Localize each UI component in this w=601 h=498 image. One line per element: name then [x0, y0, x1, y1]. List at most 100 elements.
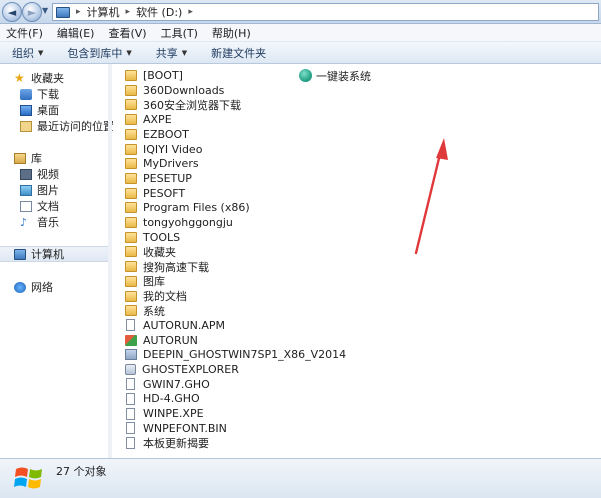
- menu-edit[interactable]: 编辑(E): [57, 25, 95, 41]
- file-item[interactable]: 本板更新揭要: [125, 436, 209, 451]
- file-item[interactable]: EZBOOT: [125, 127, 189, 142]
- nav-computer[interactable]: 计算机: [0, 246, 112, 262]
- back-button[interactable]: ◄: [2, 2, 22, 22]
- file-item[interactable]: PESETUP: [125, 171, 192, 186]
- file-name: 图库: [143, 275, 165, 289]
- address-box[interactable]: ▸ 计算机 ▸ 软件 (D:) ▸: [52, 3, 599, 21]
- videos-icon: [20, 168, 32, 180]
- breadcrumb-computer[interactable]: 计算机: [87, 4, 120, 20]
- file-item[interactable]: Program Files (x86): [125, 200, 250, 215]
- chevron-down-icon: ▼: [126, 48, 132, 57]
- file-item[interactable]: PESOFT: [125, 186, 185, 201]
- navigation-scrollbar[interactable]: [108, 64, 112, 458]
- file-name: PESETUP: [143, 171, 192, 185]
- computer-icon: [14, 248, 26, 260]
- folder-icon: [125, 70, 137, 81]
- menu-tools[interactable]: 工具(T): [161, 25, 198, 41]
- file-item[interactable]: [BOOT]: [125, 68, 183, 83]
- new-folder-button[interactable]: 新建文件夹: [211, 45, 266, 61]
- file-item[interactable]: 系统: [125, 303, 165, 318]
- documents-icon: [20, 200, 32, 212]
- command-toolbar: 组织 ▼ 包含到库中 ▼ 共享 ▼ 新建文件夹: [0, 42, 601, 64]
- file-item[interactable]: AUTORUN.APM: [125, 318, 225, 333]
- file-name: DEEPIN_GHOSTWIN7SP1_X86_V2014: [143, 348, 347, 362]
- file-name: Program Files (x86): [143, 201, 250, 215]
- file-item[interactable]: 收藏夹: [125, 244, 176, 259]
- file-name: AUTORUN.APM: [143, 318, 226, 332]
- file-item[interactable]: AUTORUN: [125, 333, 198, 348]
- folder-icon: [125, 187, 137, 199]
- file-name: 本板更新揭要: [143, 437, 209, 450]
- forward-arrow-icon: ►: [27, 5, 37, 19]
- file-item[interactable]: GHOSTEXPLORER: [125, 362, 239, 377]
- breadcrumb-drive-d[interactable]: 软件 (D:): [136, 4, 182, 20]
- file-name: AXPE: [143, 113, 172, 127]
- forward-button[interactable]: ►: [22, 2, 42, 22]
- file-item-one-key-install[interactable]: 一键装系统: [299, 68, 371, 83]
- file-name: TOOLS: [143, 230, 181, 244]
- computer-icon: [56, 6, 70, 18]
- file-name: 我的文档: [143, 290, 187, 303]
- file-item[interactable]: tongyohggongju: [125, 215, 233, 230]
- network-globe-icon: [14, 281, 26, 293]
- document-icon: [126, 422, 135, 435]
- file-name: 系统: [143, 304, 165, 318]
- libraries-icon: [14, 152, 26, 164]
- file-name: HD-4.GHO: [143, 392, 200, 406]
- folder-icon: [125, 290, 137, 302]
- nav-favorites-label: 收藏夹: [31, 72, 64, 85]
- executable-icon: [125, 364, 136, 375]
- menu-bar: 文件(F) 编辑(E) 查看(V) 工具(T) 帮助(H): [0, 24, 601, 42]
- file-name: 收藏夹: [143, 245, 176, 259]
- organize-button[interactable]: 组织 ▼: [12, 45, 43, 61]
- folder-icon: [125, 158, 137, 170]
- application-icon: [125, 349, 137, 361]
- file-item[interactable]: 360Downloads: [125, 83, 224, 98]
- annotation-arrow: [414, 138, 448, 255]
- downloads-folder-icon: [20, 88, 32, 100]
- file-item[interactable]: 搜狗高速下载: [125, 259, 209, 274]
- file-item[interactable]: WINPE.XPE: [125, 406, 204, 421]
- menu-file[interactable]: 文件(F): [6, 25, 43, 41]
- file-name: 360安全浏览器下载: [143, 98, 241, 112]
- file-item[interactable]: WNPEFONT.BIN: [125, 421, 227, 436]
- chevron-right-icon[interactable]: ▸: [126, 7, 131, 17]
- nav-documents-label: 文档: [37, 200, 59, 213]
- chevron-right-icon[interactable]: ▸: [76, 7, 81, 17]
- chevron-right-icon[interactable]: ▸: [188, 7, 193, 17]
- folder-icon: [125, 114, 137, 126]
- share-button[interactable]: 共享 ▼: [156, 45, 187, 61]
- pictures-icon: [20, 184, 32, 196]
- file-item[interactable]: 360安全浏览器下载: [125, 97, 241, 112]
- file-name: WNPEFONT.BIN: [143, 421, 227, 435]
- file-item[interactable]: 我的文档: [125, 289, 187, 304]
- file-item[interactable]: GWIN7.GHO: [125, 377, 210, 392]
- file-item[interactable]: IQIYI Video: [125, 142, 202, 157]
- setup-icon: [125, 334, 137, 346]
- nav-downloads-label: 下载: [37, 88, 59, 101]
- folder-icon: [125, 305, 137, 317]
- menu-help[interactable]: 帮助(H): [212, 25, 251, 41]
- folder-icon: [125, 84, 137, 96]
- chevron-down-icon: ▼: [38, 48, 44, 57]
- file-item[interactable]: DEEPIN_GHOSTWIN7SP1_X86_V2014: [125, 347, 346, 362]
- file-item[interactable]: MyDrivers: [125, 156, 199, 171]
- include-in-library-button[interactable]: 包含到库中 ▼: [67, 45, 131, 61]
- file-item[interactable]: AXPE: [125, 112, 172, 127]
- menu-view[interactable]: 查看(V): [108, 25, 146, 41]
- file-name: GWIN7.GHO: [143, 377, 210, 391]
- folder-icon: [125, 217, 137, 228]
- nav-desktop-label: 桌面: [37, 104, 59, 117]
- document-icon: [126, 407, 135, 420]
- folder-icon: [125, 275, 137, 287]
- new-folder-label: 新建文件夹: [211, 46, 267, 60]
- file-name: tongyohggongju: [143, 216, 233, 229]
- file-item[interactable]: 图库: [125, 274, 165, 289]
- folder-icon: [125, 143, 137, 155]
- document-icon: [126, 392, 135, 405]
- item-count: 27 个对象: [56, 465, 107, 478]
- file-item[interactable]: HD-4.GHO: [125, 391, 200, 406]
- document-icon: [126, 378, 135, 391]
- file-item[interactable]: TOOLS: [125, 230, 180, 245]
- recent-pages-dropdown-icon[interactable]: ▼: [42, 6, 48, 15]
